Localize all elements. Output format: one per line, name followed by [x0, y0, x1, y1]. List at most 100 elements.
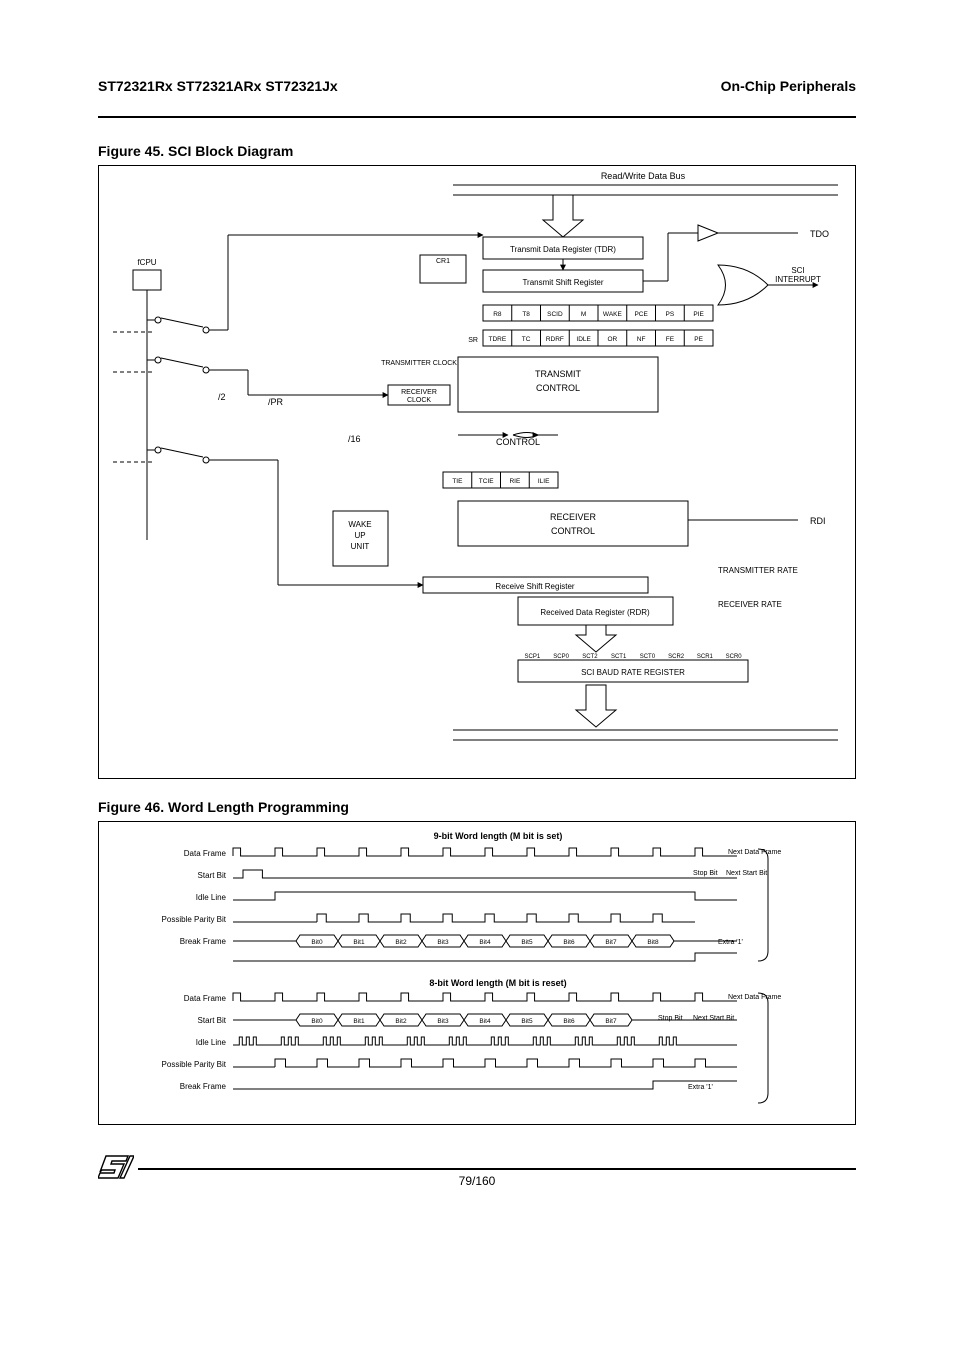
svg-text:Bit4: Bit4 [479, 1018, 491, 1025]
svg-text:PCE: PCE [634, 311, 648, 318]
control-label: CONTROL [496, 437, 540, 447]
svg-text:RIE: RIE [509, 478, 521, 485]
svg-text:TDRE: TDRE [489, 336, 507, 343]
fcpu-label: fCPU [137, 258, 156, 267]
svg-text:NF: NF [637, 336, 646, 343]
idle8-label: Idle Line [196, 1038, 227, 1047]
ex9-label: Extra '1' [718, 939, 743, 946]
nd8-label: Next Data Frame [728, 994, 781, 1001]
start9-label: Start Bit [198, 871, 227, 880]
pp9-label: Possible Parity Bit [162, 915, 227, 924]
svg-text:SCID: SCID [547, 311, 563, 318]
div2-label: /2 [218, 392, 226, 402]
rclk0: RECEIVER [401, 389, 437, 396]
cr2-bits: TIE TCIE RIE ILIE [443, 472, 558, 488]
svg-text:Bit3: Bit3 [437, 939, 449, 946]
svg-text:M: M [581, 311, 586, 318]
svg-text:SCP1: SCP1 [525, 654, 541, 660]
idle9-label: Idle Line [196, 893, 227, 902]
svg-text:Bit7: Bit7 [605, 1018, 617, 1025]
tr-label: TRANSMITTER RATE [718, 566, 798, 575]
svg-text:Bit7: Bit7 [605, 939, 617, 946]
svg-text:Bit8: Bit8 [647, 939, 659, 946]
svg-text:SCT1: SCT1 [611, 654, 627, 660]
cr1-bits: R8 T8 SCID M WAKE PCE PS PIE [483, 305, 713, 321]
wl8-title: 8-bit Word length (M bit is reset) [429, 978, 566, 988]
ns9-label: Next Start Bit [726, 870, 767, 877]
svg-text:TC: TC [522, 336, 531, 343]
tc0: TRANSMIT [535, 369, 582, 379]
pp8-label: Possible Parity Bit [162, 1060, 227, 1069]
svg-text:Bit0: Bit0 [311, 939, 323, 946]
tsr-label: Transmit Shift Register [522, 278, 603, 287]
wu2: UNIT [351, 542, 370, 551]
svg-text:PIE: PIE [693, 311, 704, 318]
svg-text:TCIE: TCIE [479, 478, 494, 485]
block-diagram-svg: Read/Write Data Bus Transmit Data Regist… [98, 165, 856, 779]
wl9-title: 9-bit Word length (M bit is set) [434, 831, 563, 841]
footer-page: 79/160 [0, 1174, 954, 1188]
svg-text:T8: T8 [522, 311, 530, 318]
header-section: On-Chip Peripherals [721, 78, 856, 94]
rr-label: RECEIVER RATE [718, 600, 782, 609]
svg-text:Bit6: Bit6 [563, 939, 575, 946]
brr-bits: SCP1SCP0SCT2SCT1SCT0SCR2SCR1SCR0 [525, 654, 743, 660]
rc0: RECEIVER [550, 512, 597, 522]
tclk: TRANSMITTER CLOCK [381, 360, 457, 367]
svg-text:Bit1: Bit1 [353, 939, 365, 946]
div16-label: /16 [348, 434, 361, 444]
svg-text:Bit5: Bit5 [521, 1018, 533, 1025]
start8-label: Start Bit [198, 1016, 227, 1025]
ex8-label: Extra '1' [688, 1084, 713, 1091]
svg-text:Bit6: Bit6 [563, 1018, 575, 1025]
timing-svg: 9-bit Word length (M bit is set) Bit0 Bit… [98, 821, 856, 1125]
figure-45-title: Figure 45. SCI Block Diagram [98, 143, 293, 159]
svg-text:OR: OR [608, 336, 618, 343]
svg-text:PS: PS [666, 311, 675, 318]
svg-text:Bit1: Bit1 [353, 1018, 365, 1025]
svg-text:Bit0: Bit0 [311, 1018, 323, 1025]
sr-header: SR [468, 337, 478, 344]
svg-text:SCP0: SCP0 [553, 654, 569, 660]
rsr-label: Receive Shift Register [495, 582, 574, 591]
svg-text:SCT2: SCT2 [582, 654, 598, 660]
stop9-label: Stop Bit [693, 870, 718, 877]
nd9-label: Next Data Frame [728, 849, 781, 856]
svg-text:Bit5: Bit5 [521, 939, 533, 946]
divpr-label: /PR [268, 397, 284, 407]
svg-text:SCR2: SCR2 [668, 654, 685, 660]
figure-46-title: Figure 46. Word Length Programming [98, 799, 349, 815]
svg-text:WAKE: WAKE [603, 311, 623, 318]
wu1: UP [354, 531, 365, 540]
svg-text:Bit2: Bit2 [395, 939, 407, 946]
sci-int0: SCI [791, 266, 804, 275]
ns8-label: Next Start Bit [693, 1015, 734, 1022]
svg-text:ILIE: ILIE [538, 478, 550, 485]
brk9-label: Break Frame [180, 937, 227, 946]
svg-text:SCR0: SCR0 [726, 654, 743, 660]
svg-text:IDLE: IDLE [576, 336, 591, 343]
rdi-label: RDI [810, 516, 826, 526]
rdr-label: Received Data Register (RDR) [540, 608, 650, 617]
svg-text:TIE: TIE [452, 478, 463, 485]
svg-text:R8: R8 [493, 311, 502, 318]
footer-rule [138, 1168, 856, 1170]
bus-label: Read/Write Data Bus [601, 171, 686, 181]
svg-text:FE: FE [666, 336, 675, 343]
brk8-label: Break Frame [180, 1082, 227, 1091]
tdo-label: TDO [810, 229, 829, 239]
df8-label: Data Frame [184, 994, 227, 1003]
tdr-label: Transmit Data Register (TDR) [510, 245, 616, 254]
rclk1: CLOCK [407, 397, 431, 404]
cr1-header: CR1 [436, 258, 450, 265]
tc1: CONTROL [536, 383, 580, 393]
svg-text:PE: PE [694, 336, 703, 343]
df9-label: Data Frame [184, 849, 227, 858]
sci-int1: INTERRUPT [775, 275, 821, 284]
rc1: CONTROL [551, 526, 595, 536]
svg-text:Bit2: Bit2 [395, 1018, 407, 1025]
header-rule [98, 116, 856, 118]
sr-bits: TDRETCRDRFIDLEORNFFEPE [483, 330, 713, 346]
brr-header: SCI BAUD RATE REGISTER [581, 668, 685, 677]
svg-text:Bit4: Bit4 [479, 939, 491, 946]
